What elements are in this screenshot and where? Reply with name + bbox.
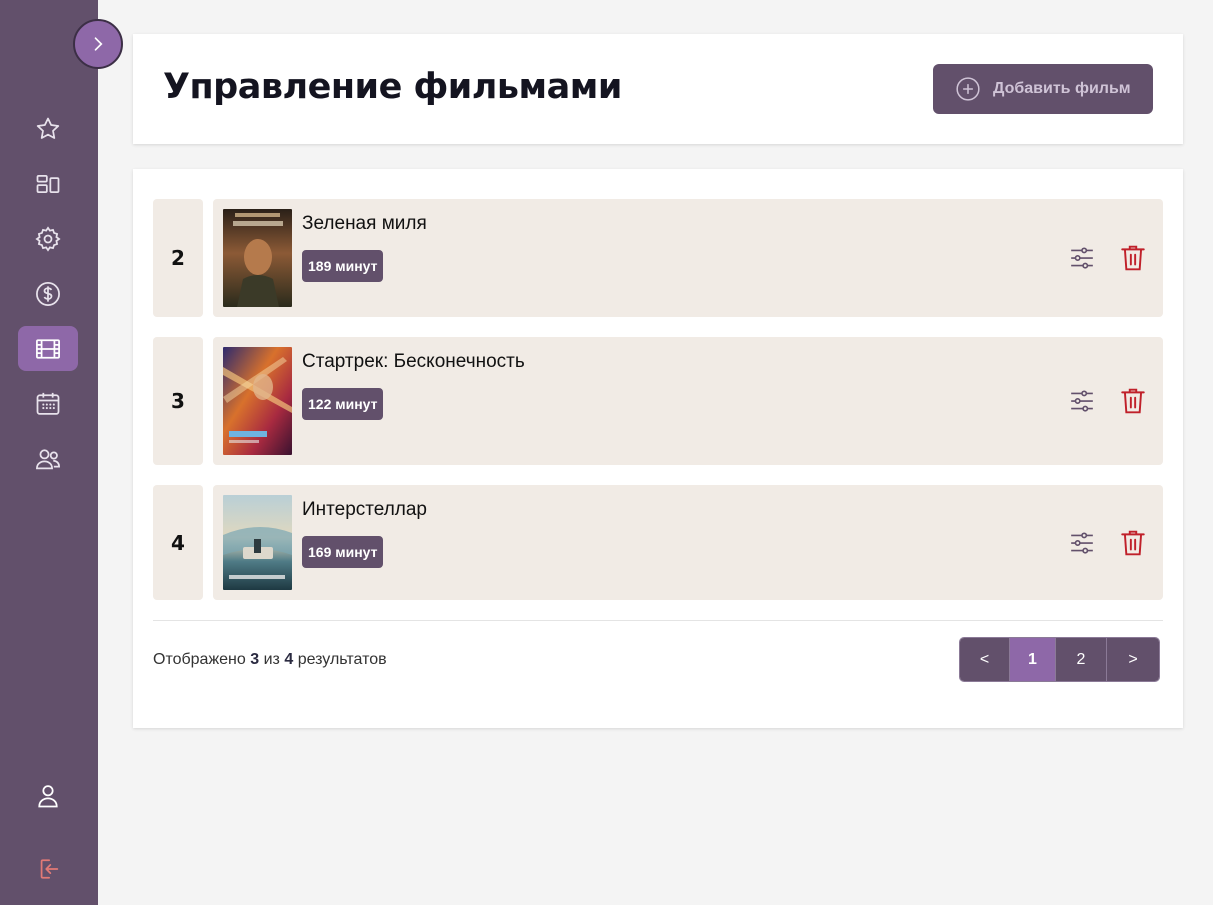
chevron-right-icon xyxy=(94,37,103,51)
results-suffix: результатов xyxy=(297,651,387,668)
users-icon xyxy=(36,448,60,469)
user-icon xyxy=(38,784,58,807)
film-duration-badge: 122 минут xyxy=(302,388,384,420)
add-film-button[interactable]: Добавить фильм xyxy=(933,64,1153,114)
film-number: 3 xyxy=(153,337,203,465)
trash-icon[interactable] xyxy=(1120,387,1146,415)
star-icon xyxy=(36,117,60,139)
gear-icon xyxy=(35,225,61,252)
sidebar xyxy=(0,0,98,905)
sidebar-item-finance[interactable] xyxy=(18,271,78,316)
film-number: 4 xyxy=(153,485,203,600)
trash-icon[interactable] xyxy=(1120,529,1146,557)
results-summary: Отображено 3 из 4 результатов xyxy=(153,651,387,669)
film-icon xyxy=(36,338,60,359)
results-of: из xyxy=(263,651,280,668)
calendar-icon xyxy=(36,392,60,415)
sidebar-item-logout[interactable] xyxy=(18,846,78,891)
layout-icon xyxy=(36,174,60,193)
sidebar-item-schedule[interactable] xyxy=(18,381,78,426)
pagination-next-button[interactable]: > xyxy=(1107,638,1159,681)
sliders-icon[interactable] xyxy=(1069,245,1095,271)
film-poster xyxy=(223,347,292,455)
pagination-page-1[interactable]: 1 xyxy=(1010,638,1056,681)
film-title: Стартрек: Бесконечность xyxy=(302,351,525,372)
sidebar-item-favorites[interactable] xyxy=(18,106,78,151)
film-poster xyxy=(223,495,292,590)
film-number: 2 xyxy=(153,199,203,317)
sidebar-item-settings[interactable] xyxy=(18,216,78,261)
sidebar-toggle-button[interactable] xyxy=(73,19,123,69)
film-row: Стартрек: Бесконечность 122 минут xyxy=(213,337,1163,465)
sidebar-item-films[interactable] xyxy=(18,326,78,371)
sidebar-item-dashboard[interactable] xyxy=(18,161,78,206)
sliders-icon[interactable] xyxy=(1069,388,1095,414)
page-header: Управление фильмами Добавить фильм xyxy=(133,34,1183,144)
sidebar-item-profile[interactable] xyxy=(18,773,78,818)
pagination-page-2[interactable]: 2 xyxy=(1056,638,1107,681)
logout-icon xyxy=(40,858,59,879)
plus-circle-icon xyxy=(956,77,980,101)
film-row: Интерстеллар 169 минут xyxy=(213,485,1163,600)
results-prefix: Отображено xyxy=(153,651,246,668)
dollar-icon xyxy=(36,281,60,306)
sliders-icon[interactable] xyxy=(1069,530,1095,556)
results-shown: 3 xyxy=(250,651,260,668)
pagination: < 1 2 > xyxy=(959,637,1160,682)
trash-icon[interactable] xyxy=(1120,244,1146,272)
film-duration-badge: 189 минут xyxy=(302,250,384,282)
sidebar-item-users[interactable] xyxy=(18,436,78,481)
film-list-card: 2 Зеленая миля 189 минут 3 Стартрек: Бес… xyxy=(133,169,1183,728)
film-title: Зеленая миля xyxy=(302,213,427,234)
film-poster xyxy=(223,209,292,307)
list-divider xyxy=(153,620,1163,621)
page-title: Управление фильмами xyxy=(163,67,622,107)
film-row: Зеленая миля 189 минут xyxy=(213,199,1163,317)
results-total: 4 xyxy=(284,651,294,668)
add-film-label: Добавить фильм xyxy=(993,80,1131,97)
film-title: Интерстеллар xyxy=(302,499,428,520)
pagination-prev-button[interactable]: < xyxy=(960,638,1010,681)
film-duration-badge: 169 минут xyxy=(302,536,384,568)
